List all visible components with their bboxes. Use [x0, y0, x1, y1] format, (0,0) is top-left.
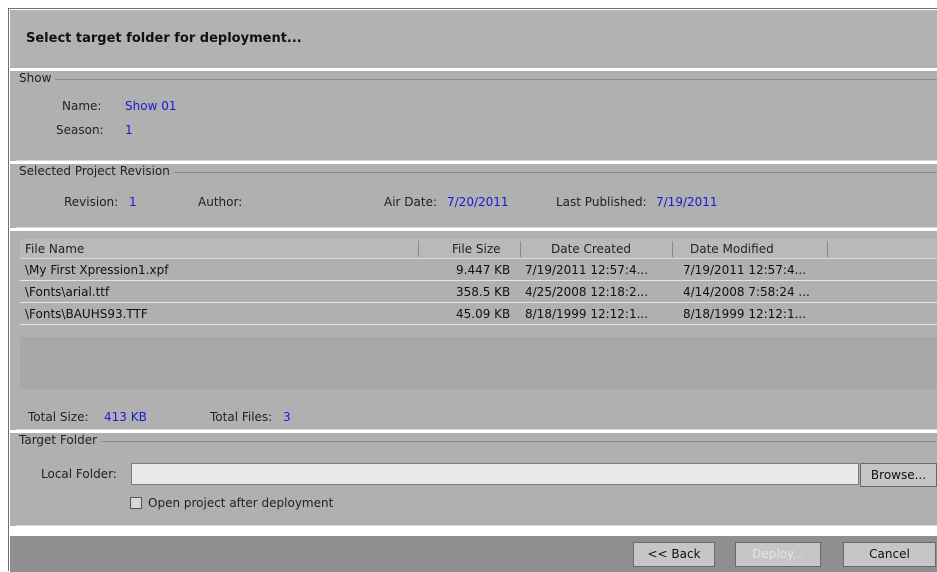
local-folder-input[interactable]: [131, 463, 859, 485]
dialog-title: Select target folder for deployment...: [26, 31, 302, 46]
target-folder-legend: Target Folder: [15, 433, 102, 447]
file-name-cell: \Fonts\arial.ttf: [25, 285, 110, 299]
last-published-value: 7/19/2011: [656, 195, 718, 209]
air-date-label: Air Date:: [384, 195, 438, 209]
open-project-label[interactable]: Open project after deployment: [148, 496, 333, 510]
file-row[interactable]: \Fonts\BAUHS93.TTF 45.09 KB 8/18/1999 12…: [20, 304, 937, 325]
show-name-label: Name:: [62, 99, 102, 113]
file-list-header: File Name File Size Date Created Date Mo…: [20, 239, 937, 259]
column-file-size[interactable]: File Size: [452, 242, 501, 256]
date-modified-cell: 8/18/1999 12:12:1...: [683, 307, 807, 321]
show-panel-border: [16, 160, 937, 161]
column-file-name[interactable]: File Name: [25, 242, 84, 256]
file-size-cell: 45.09 KB: [456, 307, 511, 321]
file-row[interactable]: \Fonts\arial.ttf 358.5 KB 4/25/2008 12:1…: [20, 282, 937, 303]
show-legend-line: [18, 79, 937, 80]
season-label: Season:: [56, 123, 104, 137]
total-files-value: 3: [283, 410, 291, 424]
file-size-cell: 358.5 KB: [456, 285, 511, 299]
browse-button[interactable]: Browse...: [860, 463, 937, 487]
open-project-checkbox[interactable]: [130, 497, 142, 509]
file-row[interactable]: \My First Xpression1.xpf 9.447 KB 7/19/2…: [20, 260, 937, 281]
date-modified-cell: 4/14/2008 7:58:24 ...: [683, 285, 810, 299]
date-created-cell: 7/19/2011 12:57:4...: [525, 263, 649, 277]
cancel-button[interactable]: Cancel: [843, 542, 936, 567]
back-button[interactable]: << Back: [633, 542, 715, 567]
file-name-cell: \Fonts\BAUHS93.TTF: [25, 307, 148, 321]
revision-label: Revision:: [64, 195, 119, 209]
files-panel-border: [16, 429, 937, 430]
target-panel-border: [16, 525, 937, 526]
column-separator[interactable]: [672, 241, 673, 257]
revision-panel-border: [16, 227, 937, 228]
author-label: Author:: [198, 195, 243, 209]
title-bar: Select target folder for deployment...: [10, 10, 937, 68]
column-separator[interactable]: [520, 241, 521, 257]
column-date-modified[interactable]: Date Modified: [690, 242, 774, 256]
file-size-cell: 9.447 KB: [456, 263, 511, 277]
date-created-cell: 4/25/2008 12:18:2...: [525, 285, 649, 299]
date-created-cell: 8/18/1999 12:12:1...: [525, 307, 649, 321]
show-name-value: Show 01: [125, 99, 177, 113]
total-size-label: Total Size:: [28, 410, 89, 424]
column-separator[interactable]: [418, 241, 419, 257]
total-size-value: 413 KB: [104, 410, 147, 424]
column-separator[interactable]: [827, 241, 828, 257]
column-date-created[interactable]: Date Created: [551, 242, 631, 256]
total-files-label: Total Files:: [210, 410, 273, 424]
season-value: 1: [125, 123, 133, 137]
date-modified-cell: 7/19/2011 12:57:4...: [683, 263, 807, 277]
revision-value: 1: [129, 195, 137, 209]
revision-panel: Selected Project Revision Revision: 1 Au…: [10, 164, 937, 228]
air-date-value: 7/20/2011: [447, 195, 509, 209]
local-folder-label: Local Folder:: [41, 467, 117, 481]
files-panel: File Name File Size Date Created Date Mo…: [10, 231, 937, 430]
file-list-empty-area[interactable]: [20, 337, 937, 389]
show-legend: Show: [15, 71, 56, 85]
revision-legend: Selected Project Revision: [15, 164, 174, 178]
deploy-dialog: Select target folder for deployment... S…: [8, 8, 937, 572]
file-name-cell: \My First Xpression1.xpf: [25, 263, 169, 277]
last-published-label: Last Published:: [556, 195, 647, 209]
show-panel: Show Name: Show 01 Season: 1: [10, 71, 937, 161]
deploy-button[interactable]: Deploy...: [735, 542, 821, 567]
dialog-footer: << Back Deploy... Cancel: [10, 536, 937, 572]
target-folder-panel: Target Folder Local Folder: Browse... Op…: [10, 433, 937, 526]
target-legend-line: [18, 441, 937, 442]
